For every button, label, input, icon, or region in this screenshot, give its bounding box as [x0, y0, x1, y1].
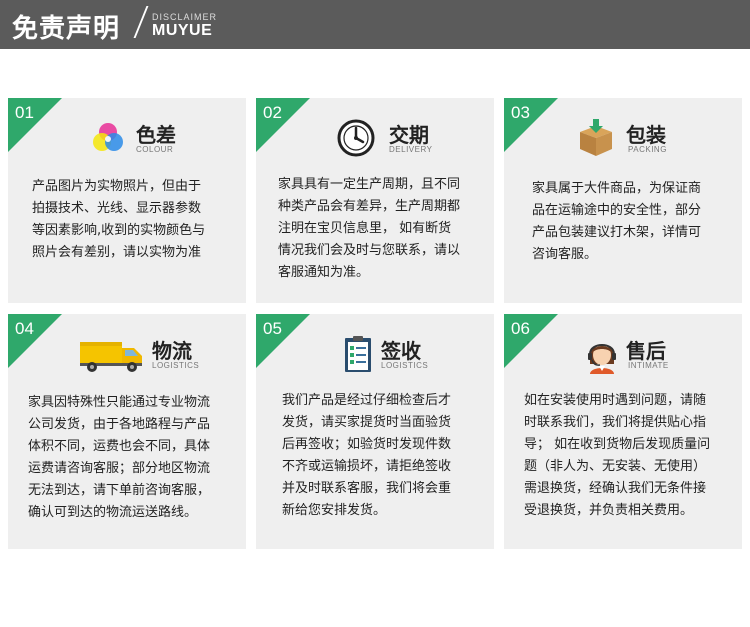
card-subtitle: INTIMATE — [628, 361, 669, 370]
body-line: 不齐或运输损坏，请拒绝签收 — [282, 459, 452, 474]
body-line: 产品包装建议打木架，详情可 — [532, 225, 702, 240]
body-line: 种类产品会有差异，生产周期都 — [278, 199, 461, 214]
body-line: 如在安装使用时遇到问题，请随 — [524, 393, 707, 408]
card-body: 如在安装使用时遇到问题，请随 时联系我们，我们将提供贴心指 导； 如在收到货物后… — [504, 390, 742, 522]
body-line: 拍摄技术、光线、显示器参数 — [32, 201, 202, 216]
body-line: 家具属于大件商品，为保证商 — [532, 181, 702, 196]
card-packing: 03 包装 PACKING 家具属于大件商品，为保证商 品在运输途中的安全性，部… — [504, 98, 742, 303]
body-line: 体积不同，运费也会不同，具体 — [28, 439, 211, 454]
header-subtitle-big: MUYUE — [152, 22, 213, 39]
support-agent-icon — [588, 344, 616, 374]
body-line: 需退换货，经确认我们无条件接 — [524, 481, 707, 496]
box-icon — [580, 119, 612, 156]
card-colour: 01 色差 COLOUR 产品图片为实物照片，但由于 拍摄技术、光线、显示器参数… — [8, 98, 246, 303]
header-subtitle-small: DISCLAIMER — [152, 12, 218, 22]
body-line: 确认可到达的物流运送路线。 — [28, 505, 198, 520]
card-subtitle: PACKING — [628, 145, 667, 154]
card-subtitle: DELIVERY — [389, 145, 433, 154]
body-line: 产品图片为实物照片，但由于 — [32, 179, 202, 194]
body-line: 无法到达，请下单前咨询客服， — [28, 483, 211, 498]
truck-icon — [80, 342, 142, 372]
color-circles-icon — [93, 123, 123, 151]
body-line: 受退换货，并负责相关费用。 — [524, 503, 694, 518]
body-line: 运费请咨询客服；部分地区物流 — [28, 461, 211, 476]
card-body: 家具具有一定生产周期，且不同 种类产品会有差异，生产周期都 注明在宝贝信息里， … — [256, 174, 494, 284]
card-signing: 05 签收 LOGISTICS 我们产品是经过仔细检查后才 发货，请买家提货时当… — [256, 314, 494, 549]
body-line: 咨询客服。 — [532, 247, 598, 262]
card-body: 家具属于大件商品，为保证商 品在运输途中的安全性，部分 产品包装建议打木架，详情… — [504, 178, 742, 266]
card-delivery: 02 交期 DELIVERY 家具具有一定生产周期，且不同 种类产品会有差异，生… — [256, 98, 494, 303]
card-title: 交期 — [389, 123, 429, 147]
card-body: 产品图片为实物照片，但由于 拍摄技术、光线、显示器参数 等因素影响,收到的实物颜… — [8, 176, 246, 264]
header-divider — [133, 6, 149, 38]
body-line: 等因素影响,收到的实物颜色与 — [32, 223, 206, 238]
card-title: 物流 — [152, 339, 192, 363]
card-title: 色差 — [136, 123, 176, 147]
clock-icon — [337, 119, 375, 157]
body-line: 情况我们会及时与您联系，请以 — [278, 243, 461, 258]
body-line: 家具具有一定生产周期，且不同 — [278, 177, 461, 192]
card-after-sales: 06 售后 INTIMATE 如在安装使用时遇到问题，请随 时联系我们，我们将提… — [504, 314, 742, 549]
card-title: 售后 — [626, 339, 666, 363]
card-subtitle: LOGISTICS — [381, 361, 429, 370]
body-line: 品在运输途中的安全性，部分 — [532, 203, 702, 218]
body-line: 公司发货，由于各地路程与产品 — [28, 417, 211, 432]
body-line: 注明在宝贝信息里， 如有断货 — [278, 221, 452, 236]
body-line: 题（非人为、无安装、无使用） — [524, 459, 707, 474]
header-bar: 免责声明 DISCLAIMER MUYUE — [0, 0, 750, 49]
body-line: 后再签收；如验货时发现件数 — [282, 437, 452, 452]
body-line: 导； 如在收到货物后发现质量问 — [524, 437, 711, 452]
card-title: 签收 — [381, 339, 421, 363]
checklist-icon — [345, 336, 371, 372]
body-line: 并及时联系客服，我们将会重 — [282, 481, 452, 496]
card-title: 包装 — [626, 123, 666, 147]
body-line: 照片会有差别，请以实物为准 — [32, 245, 202, 260]
body-line: 新给您安排发货。 — [282, 503, 387, 518]
body-line: 客服通知为准。 — [278, 265, 370, 280]
card-logistics: 04 物流 LOGISTICS 家具因特殊性只能通过专业物流 公司发货，由于各地… — [8, 314, 246, 549]
card-subtitle: LOGISTICS — [152, 361, 200, 370]
body-line: 发货，请买家提货时当面验货 — [282, 415, 452, 430]
body-line: 家具因特殊性只能通过专业物流 — [28, 395, 211, 410]
card-body: 我们产品是经过仔细检查后才 发货，请买家提货时当面验货 后再签收；如验货时发现件… — [256, 390, 494, 522]
body-line: 我们产品是经过仔细检查后才 — [282, 393, 452, 408]
card-body: 家具因特殊性只能通过专业物流 公司发货，由于各地路程与产品 体积不同，运费也会不… — [8, 392, 246, 524]
card-subtitle: COLOUR — [136, 145, 174, 154]
page-title: 免责声明 — [12, 14, 121, 44]
body-line: 时联系我们，我们将提供贴心指 — [524, 415, 707, 430]
